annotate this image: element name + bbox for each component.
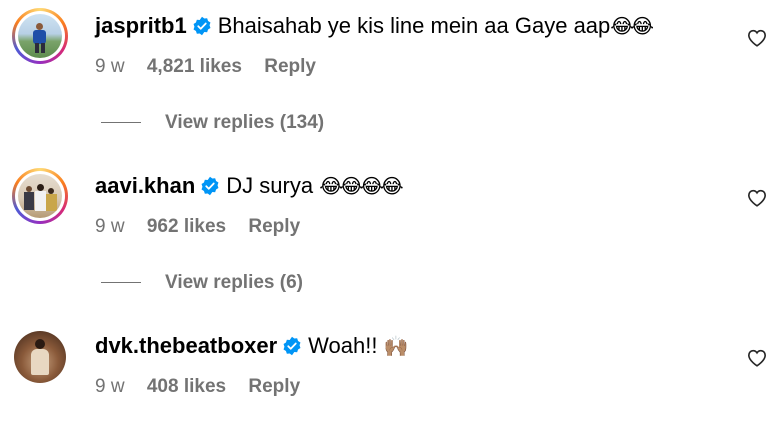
view-replies-label: View replies (6) — [165, 272, 303, 293]
comment-text: Bhaisahab ye kis line mein aa Gaye aap — [217, 13, 611, 38]
comment-time: 9 w — [95, 376, 125, 397]
comment-meta: 9 w 962 likes Reply — [95, 216, 317, 238]
avatar[interactable] — [12, 168, 68, 224]
heart-icon[interactable] — [747, 189, 767, 207]
comment-line: dvk.thebeatboxer Woah!! 🙌🏽 — [95, 332, 409, 363]
likes-count[interactable]: 962 likes — [147, 216, 226, 237]
view-replies-button[interactable]: View replies (6) — [101, 272, 303, 294]
likes-count[interactable]: 4,821 likes — [147, 56, 242, 77]
comment-time: 9 w — [95, 216, 125, 237]
username-link[interactable]: jaspritb1 — [95, 13, 187, 38]
verified-badge-icon — [200, 175, 220, 203]
heart-icon[interactable] — [747, 349, 767, 367]
comment-line: aavi.khan DJ surya 😂😂😂😂 — [95, 172, 404, 203]
username-link[interactable]: aavi.khan — [95, 173, 195, 198]
comment-text: DJ surya — [226, 173, 314, 198]
reply-button[interactable]: Reply — [264, 56, 316, 77]
avatar[interactable] — [12, 8, 68, 64]
avatar[interactable] — [12, 329, 68, 385]
reply-button[interactable]: Reply — [248, 216, 300, 237]
username-link[interactable]: dvk.thebeatboxer — [95, 333, 277, 358]
view-replies-label: View replies (134) — [165, 112, 325, 133]
verified-badge-icon — [192, 15, 212, 43]
emoji: 😂😂 — [610, 16, 654, 38]
comment-text: Woah!! — [308, 333, 378, 358]
reply-button[interactable]: Reply — [248, 376, 300, 397]
emoji: 😂😂😂😂 — [319, 176, 404, 198]
comment-meta: 9 w 408 likes Reply — [95, 376, 317, 398]
view-replies-button[interactable]: View replies (134) — [101, 112, 324, 134]
divider — [101, 122, 141, 124]
comment-meta: 9 w 4,821 likes Reply — [95, 56, 333, 78]
likes-count[interactable]: 408 likes — [147, 376, 226, 397]
divider — [101, 282, 141, 284]
verified-badge-icon — [282, 335, 302, 363]
comment-line: jaspritb1 Bhaisahab ye kis line mein aa G… — [95, 12, 654, 43]
heart-icon[interactable] — [747, 29, 767, 47]
comment-time: 9 w — [95, 56, 125, 77]
emoji: 🙌🏽 — [383, 336, 409, 358]
